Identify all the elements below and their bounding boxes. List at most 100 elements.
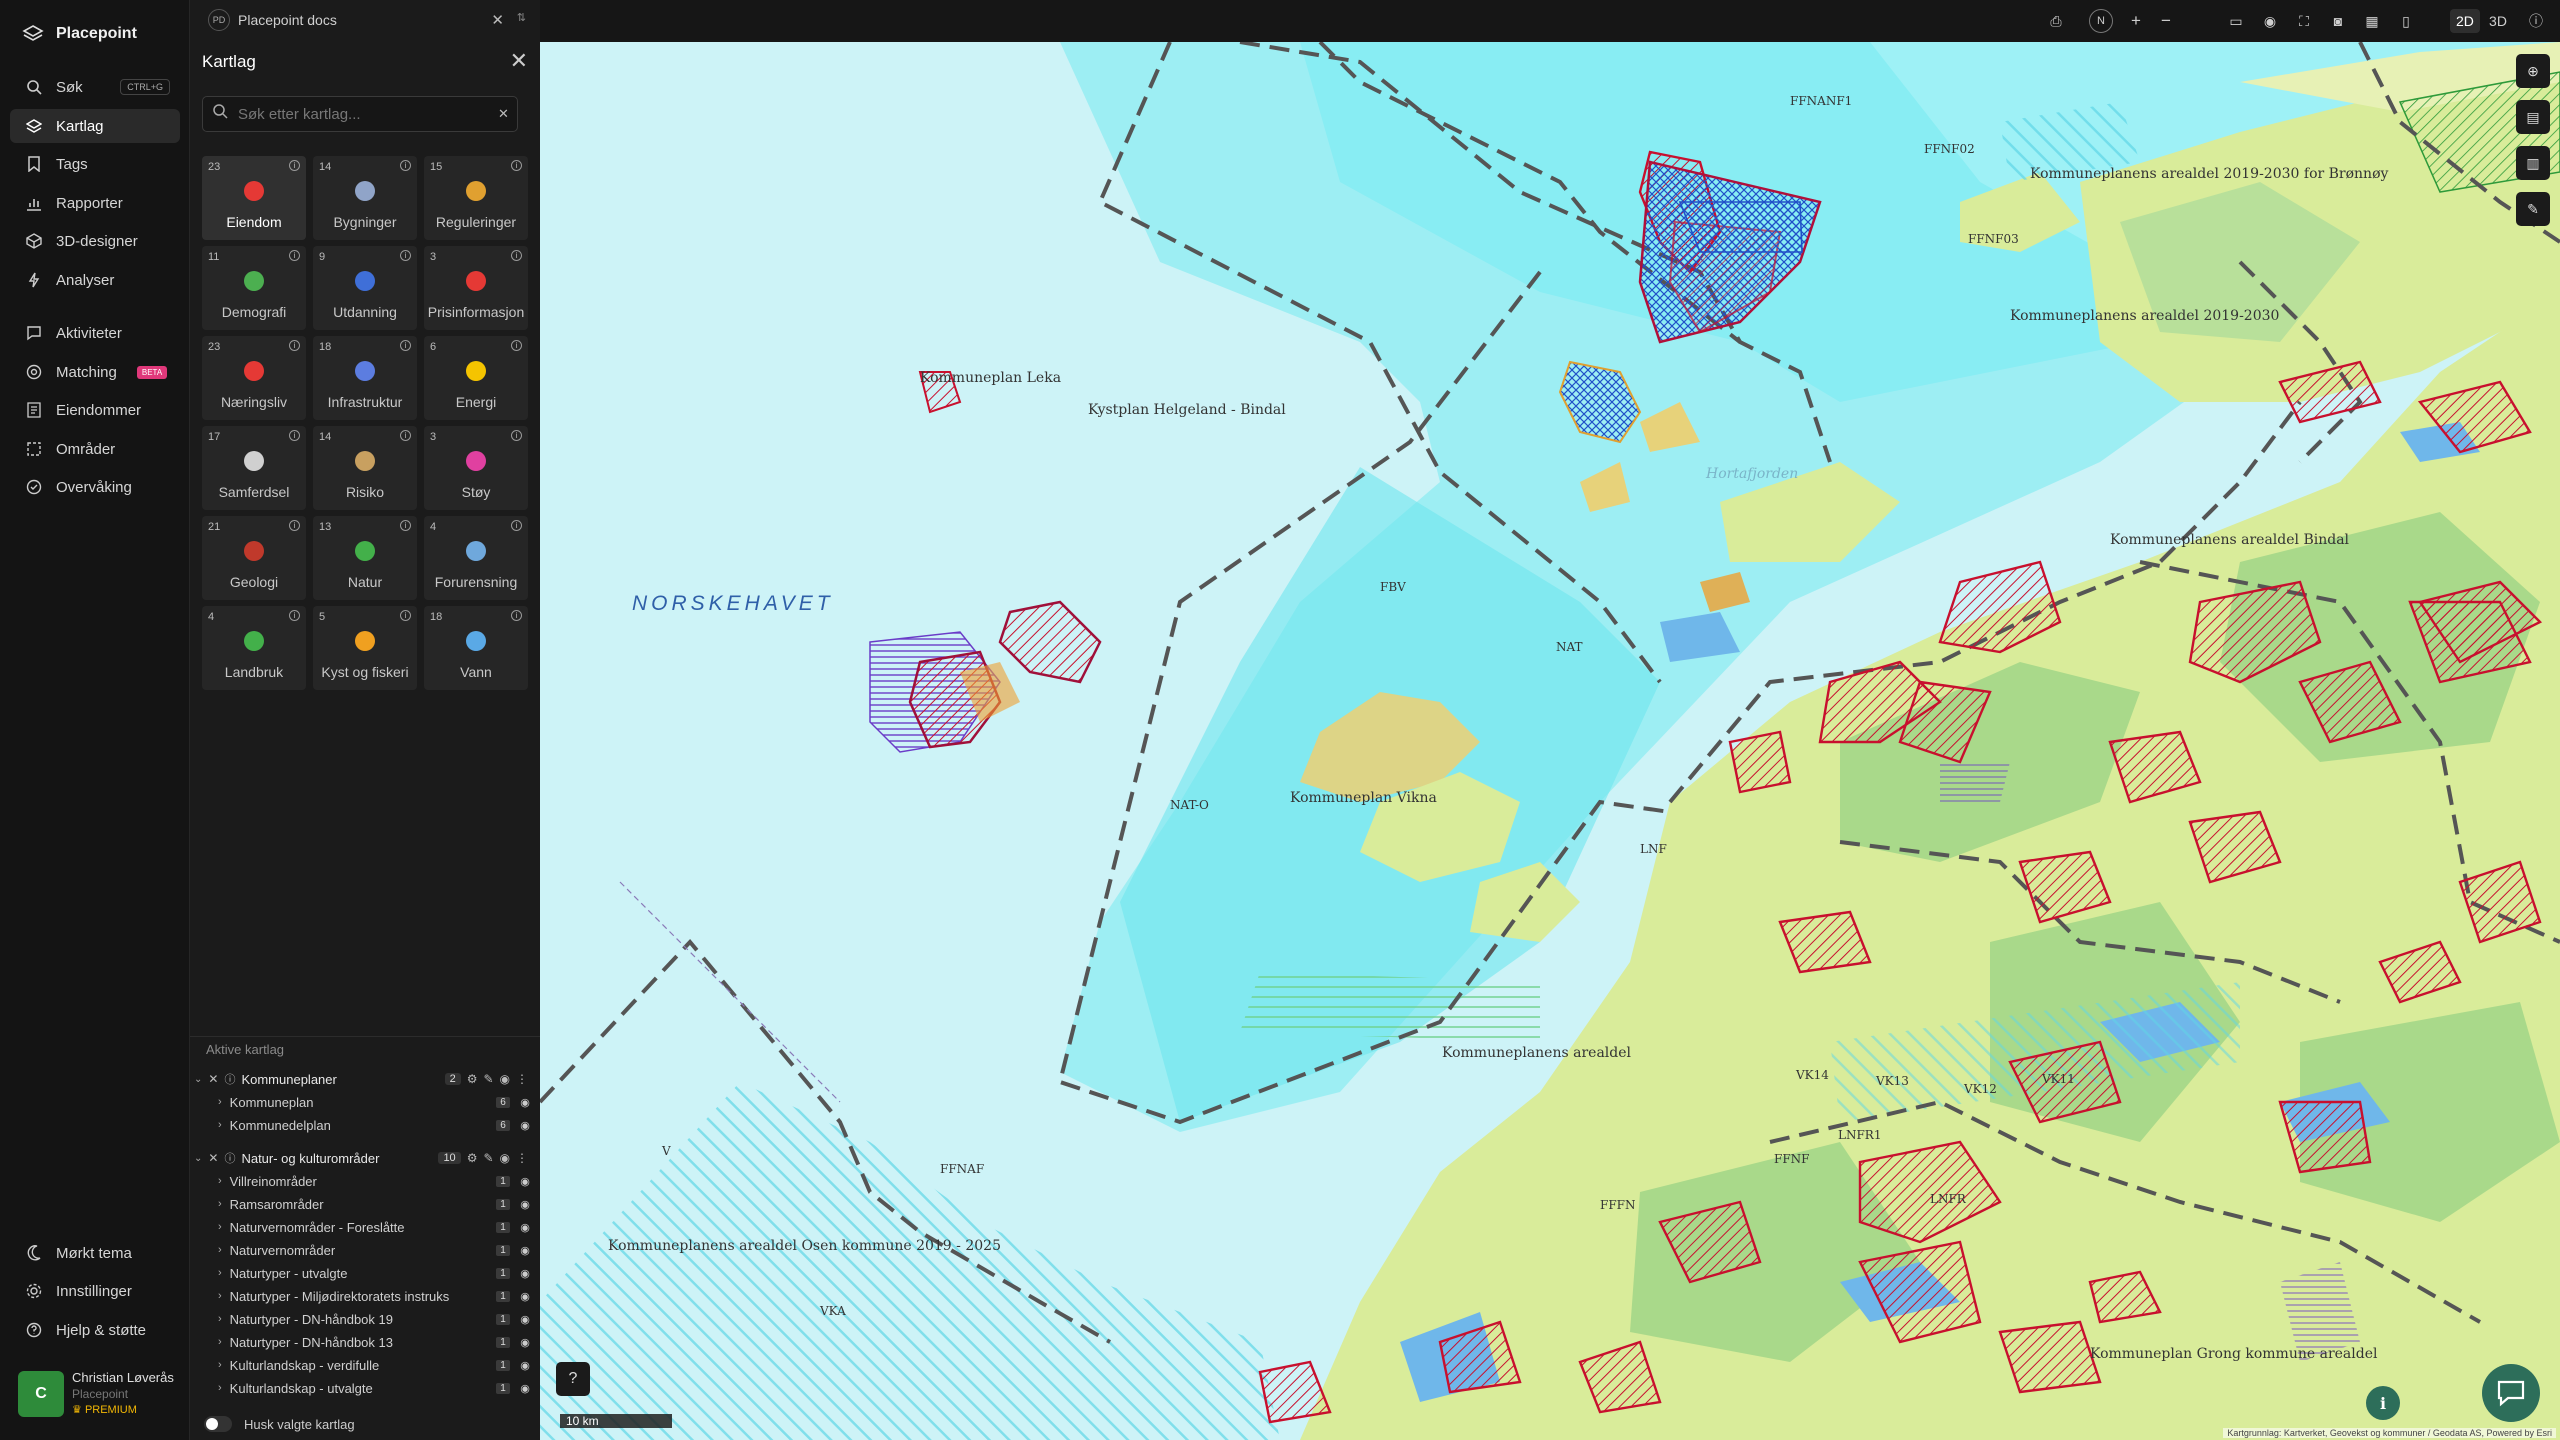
- info-icon[interactable]: ⓘ: [2524, 9, 2548, 33]
- bookmark-icon[interactable]: ▯: [2394, 9, 2418, 33]
- info-icon[interactable]: i: [400, 340, 411, 351]
- visibility-icon[interactable]: ◉: [518, 1335, 532, 1349]
- category-tile[interactable]: 3 i Prisinformasjon: [424, 246, 528, 330]
- category-tile[interactable]: 21 i Geologi: [202, 516, 306, 600]
- active-layer-row[interactable]: › Naturtyper - Miljødirektoratets instruk…: [218, 1285, 536, 1307]
- info-icon[interactable]: i: [511, 610, 522, 621]
- visibility-icon[interactable]: ◉: [500, 1151, 510, 1165]
- ruler-icon[interactable]: ▤: [2516, 100, 2550, 134]
- category-tile[interactable]: 4 i Landbruk: [202, 606, 306, 690]
- grid-icon[interactable]: ▦: [2360, 9, 2384, 33]
- draw-icon[interactable]: ✎: [2516, 192, 2550, 226]
- active-layer-group[interactable]: ⌄ ✕ ⓘ Kommuneplaner 2 ⚙ ✎ ◉ ⋮: [194, 1068, 534, 1090]
- visibility-icon[interactable]: ◉: [518, 1289, 532, 1303]
- remember-layers[interactable]: Husk valgte kartlag: [204, 1416, 355, 1432]
- active-layer-row[interactable]: › Villreinområder 1 ◉: [218, 1170, 536, 1192]
- category-tile[interactable]: 14 i Bygninger: [313, 156, 417, 240]
- visibility-icon[interactable]: ◉: [500, 1072, 510, 1086]
- chevron-right-icon[interactable]: ›: [218, 1198, 222, 1210]
- category-tile[interactable]: 9 i Utdanning: [313, 246, 417, 330]
- info-icon[interactable]: i: [289, 250, 300, 261]
- printer-icon[interactable]: ▭: [2224, 9, 2248, 33]
- fullscreen-icon[interactable]: ⛶: [2292, 9, 2316, 33]
- more-icon[interactable]: ⋮: [516, 1151, 528, 1165]
- zoom-out-button[interactable]: −: [2154, 9, 2178, 33]
- nav-item-settings[interactable]: Innstillinger: [10, 1274, 180, 1308]
- category-tile[interactable]: 23 i Eiendom: [202, 156, 306, 240]
- close-panel-button[interactable]: ✕: [510, 48, 528, 74]
- chevron-right-icon[interactable]: ›: [218, 1382, 222, 1394]
- view-2d-button[interactable]: 2D: [2450, 9, 2480, 33]
- nav-item-3d-designer[interactable]: 3D-designer: [10, 224, 180, 258]
- info-icon[interactable]: i: [289, 610, 300, 621]
- group-info-icon[interactable]: ⓘ: [224, 1071, 235, 1087]
- active-layer-row[interactable]: › Kommunedelplan 6 ◉: [218, 1114, 536, 1136]
- info-icon[interactable]: i: [289, 430, 300, 441]
- visibility-icon[interactable]: ◉: [518, 1358, 532, 1372]
- info-icon[interactable]: i: [511, 160, 522, 171]
- clear-icon[interactable]: ✕: [498, 106, 509, 122]
- info-icon[interactable]: i: [400, 250, 411, 261]
- info-button[interactable]: i: [2366, 1386, 2400, 1420]
- compass-button[interactable]: N: [2089, 9, 2113, 33]
- chevron-right-icon[interactable]: ›: [218, 1336, 222, 1348]
- remember-toggle[interactable]: [204, 1416, 232, 1432]
- nav-item-dark-theme[interactable]: Mørkt tema: [10, 1236, 180, 1270]
- visibility-icon[interactable]: ◉: [518, 1174, 532, 1188]
- settings-icon[interactable]: ⚙: [467, 1151, 478, 1165]
- chevron-right-icon[interactable]: ›: [218, 1119, 222, 1131]
- nav-item-tags[interactable]: Tags: [10, 147, 180, 181]
- active-layer-row[interactable]: › Naturtyper - DN-håndbok 19 1 ◉: [218, 1308, 536, 1330]
- nav-item-overvaking[interactable]: Overvåking: [10, 470, 180, 504]
- help-button[interactable]: ?: [556, 1362, 590, 1396]
- document-switcher[interactable]: PD Placepoint docs ✕ ⇅: [190, 0, 540, 40]
- print-icon[interactable]: ⎙: [2044, 9, 2068, 33]
- settings-icon[interactable]: ⚙: [467, 1072, 478, 1086]
- info-icon[interactable]: i: [511, 340, 522, 351]
- chevron-right-icon[interactable]: ›: [218, 1267, 222, 1279]
- info-icon[interactable]: i: [400, 430, 411, 441]
- category-tile[interactable]: 5 i Kyst og fiskeri: [313, 606, 417, 690]
- active-layer-row[interactable]: › Naturtyper - DN-håndbok 13 1 ◉: [218, 1331, 536, 1353]
- nav-item-kartlag[interactable]: Kartlag: [10, 109, 180, 143]
- visibility-icon[interactable]: ◉: [518, 1095, 532, 1109]
- chevron-right-icon[interactable]: ›: [218, 1244, 222, 1256]
- visibility-icon[interactable]: ◉: [518, 1266, 532, 1280]
- view-3d-button[interactable]: 3D: [2486, 9, 2510, 33]
- active-layer-group[interactable]: ⌄ ✕ ⓘ Natur- og kulturområder 10 ⚙ ✎ ◉ ⋮: [194, 1147, 534, 1169]
- category-tile[interactable]: 13 i Natur: [313, 516, 417, 600]
- active-layer-row[interactable]: › Naturvernområder 1 ◉: [218, 1239, 536, 1261]
- zoom-to-icon[interactable]: ⊕: [2516, 54, 2550, 88]
- info-icon[interactable]: i: [400, 520, 411, 531]
- brand[interactable]: Placepoint: [22, 20, 137, 48]
- category-tile[interactable]: 4 i Forurensning: [424, 516, 528, 600]
- visibility-icon[interactable]: ◉: [518, 1312, 532, 1326]
- user-profile[interactable]: C Christian Løverås Placepoint ♛ PREMIUM: [18, 1370, 174, 1418]
- edit-icon[interactable]: ✎: [483, 1151, 493, 1165]
- chevron-down-icon[interactable]: ⌄: [194, 1074, 202, 1085]
- nav-item-aktiviteter[interactable]: Aktiviteter: [10, 316, 180, 350]
- category-tile[interactable]: 3 i Støy: [424, 426, 528, 510]
- chart-icon[interactable]: ▥: [2516, 146, 2550, 180]
- visibility-icon[interactable]: ◉: [518, 1197, 532, 1211]
- active-layer-row[interactable]: › Kommuneplan 6 ◉: [218, 1091, 536, 1113]
- chat-button[interactable]: [2482, 1364, 2540, 1422]
- nav-item-help[interactable]: Hjelp & støtte: [10, 1313, 180, 1347]
- visibility-icon[interactable]: ◉: [518, 1381, 532, 1395]
- nav-item-rapporter[interactable]: Rapporter: [10, 186, 180, 220]
- category-tile[interactable]: 15 i Reguleringer: [424, 156, 528, 240]
- category-tile[interactable]: 6 i Energi: [424, 336, 528, 420]
- active-layer-row[interactable]: › Kulturlandskap - utvalgte 1 ◉: [218, 1377, 536, 1399]
- category-tile[interactable]: 18 i Infrastruktur: [313, 336, 417, 420]
- remove-icon[interactable]: ✕: [208, 1151, 218, 1165]
- nav-item-eiendommer[interactable]: Eiendommer: [10, 393, 180, 427]
- info-icon[interactable]: i: [511, 520, 522, 531]
- visibility-icon[interactable]: ◉: [518, 1243, 532, 1257]
- chevron-right-icon[interactable]: ›: [218, 1221, 222, 1233]
- eye-icon[interactable]: ◉: [2258, 9, 2282, 33]
- category-tile[interactable]: 11 i Demografi: [202, 246, 306, 330]
- edit-icon[interactable]: ✎: [483, 1072, 493, 1086]
- chevron-right-icon[interactable]: ›: [218, 1096, 222, 1108]
- visibility-icon[interactable]: ◉: [518, 1118, 532, 1132]
- visibility-icon[interactable]: ◉: [518, 1220, 532, 1234]
